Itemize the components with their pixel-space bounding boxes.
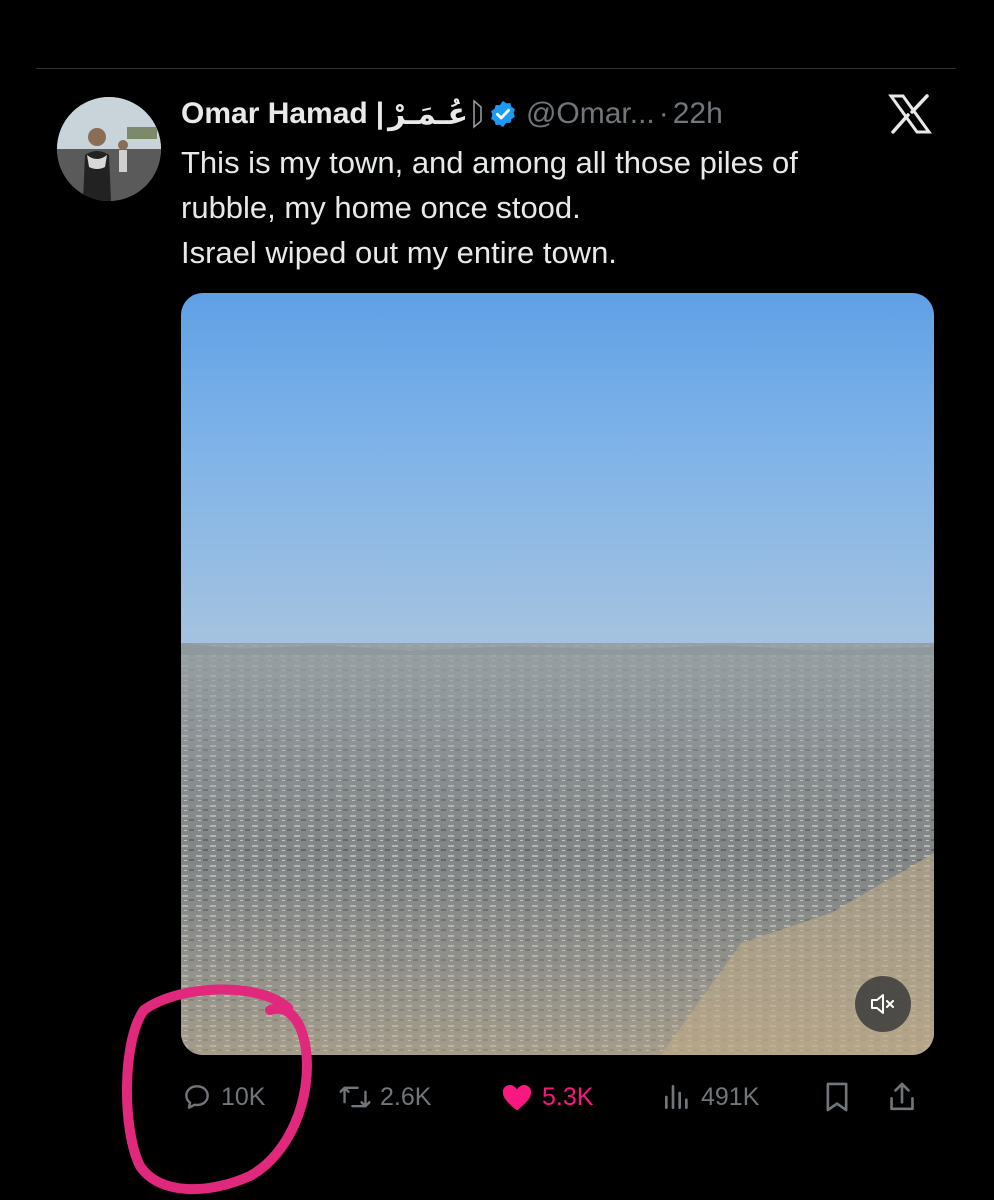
mute-icon[interactable] — [855, 976, 911, 1032]
tweet-text-line: Israel wiped out my entire town. — [181, 235, 617, 270]
repost-icon — [339, 1086, 371, 1108]
tweet-text: This is my town, and among all those pil… — [181, 140, 921, 275]
tweet-video[interactable] — [181, 293, 934, 1055]
timestamp[interactable]: 22h — [673, 97, 723, 131]
tweet-text-line: This is my town, and among all those pil… — [181, 145, 798, 180]
repost-button[interactable]: 2.6K — [338, 1072, 431, 1122]
author-name[interactable]: Omar Hamad — [181, 97, 368, 131]
like-button[interactable]: 5.3K — [500, 1072, 593, 1122]
share-button[interactable] — [886, 1072, 918, 1122]
share-icon — [890, 1082, 914, 1111]
annotation-circle — [121, 984, 312, 1195]
name-separator: | — [375, 97, 385, 130]
flag-icon — [472, 99, 482, 129]
bookmark-button[interactable] — [821, 1072, 853, 1122]
views-count: 491K — [701, 1082, 760, 1111]
x-logo-icon[interactable] — [888, 94, 932, 134]
like-icon — [502, 1084, 532, 1111]
author-handle[interactable]: @Omar... — [526, 97, 655, 131]
avatar[interactable] — [57, 97, 161, 201]
author-name-arabic[interactable]: عُـمَـرْ — [388, 97, 468, 132]
repost-count: 2.6K — [380, 1082, 432, 1111]
bookmark-icon — [826, 1082, 848, 1112]
tweet-header: Omar Hamad | عُـمَـرْ @Omar... · 22h — [181, 92, 723, 136]
like-count: 5.3K — [542, 1082, 594, 1111]
views-icon — [665, 1085, 688, 1109]
meta-separator: · — [658, 97, 669, 130]
verified-badge-icon — [488, 99, 518, 129]
views-button[interactable]: 491K — [661, 1072, 759, 1122]
top-divider — [36, 68, 956, 69]
tweet-text-line: rubble, my home once stood. — [181, 190, 581, 225]
